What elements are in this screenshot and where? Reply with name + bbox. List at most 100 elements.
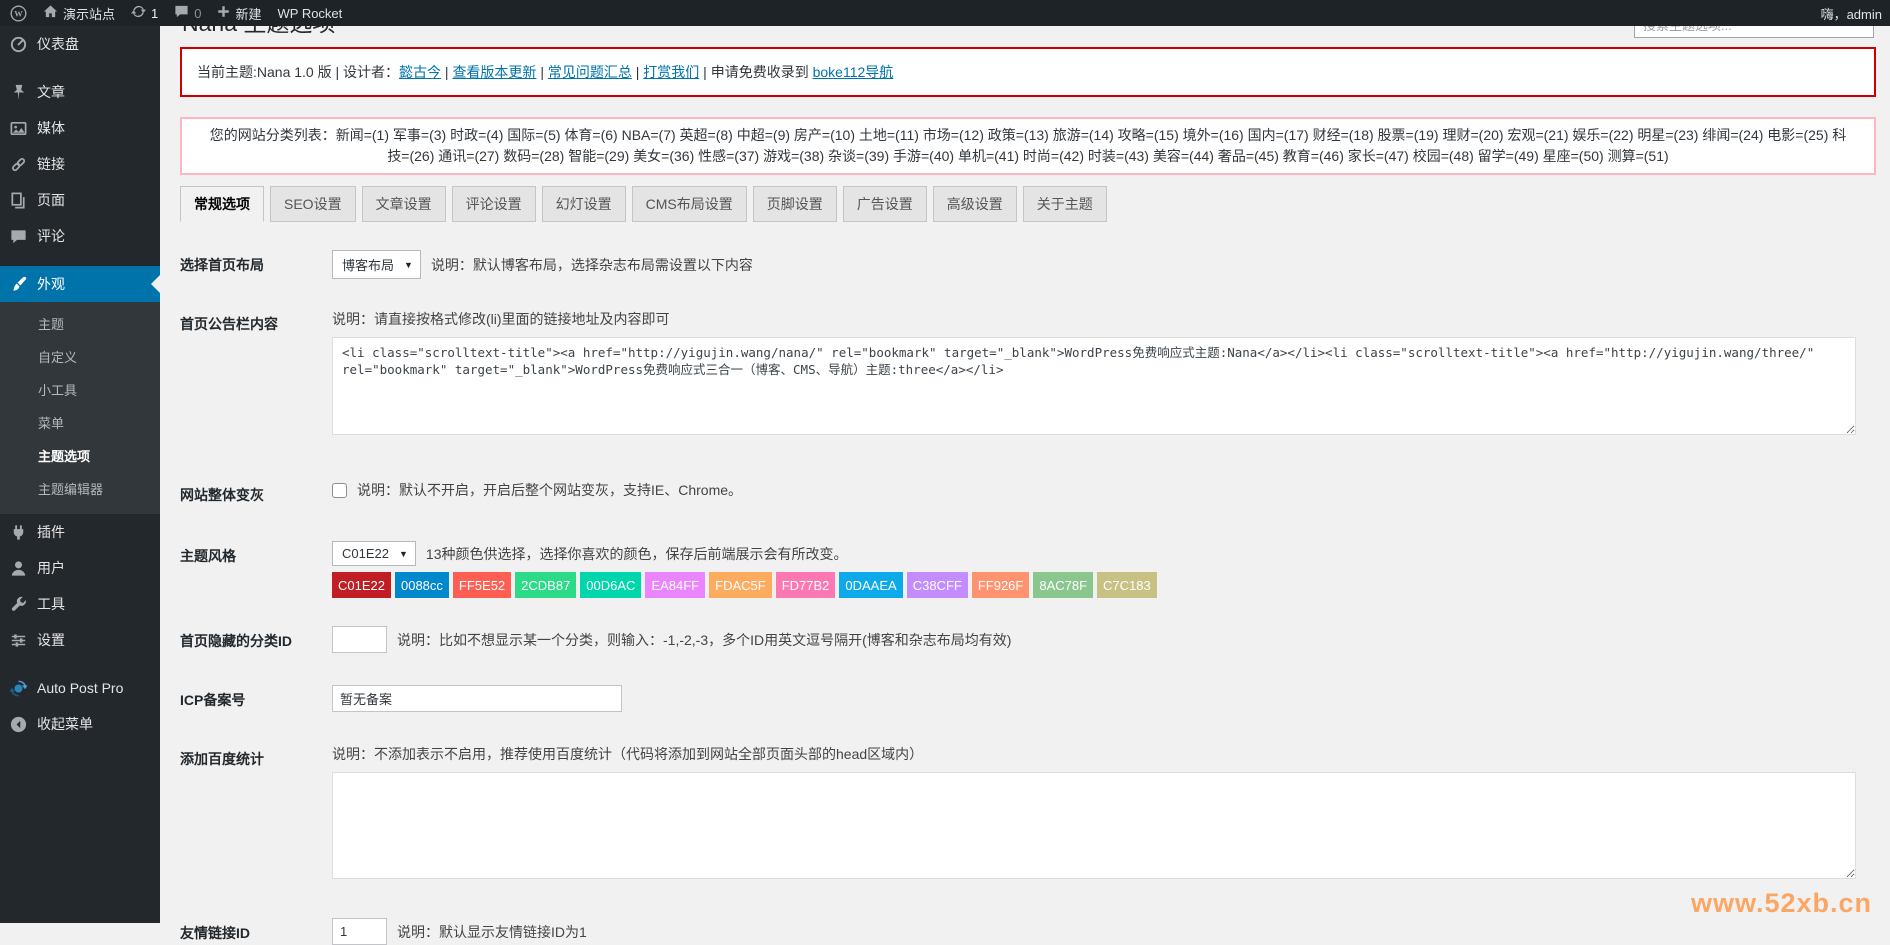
- theme-notice-link[interactable]: 懿古今: [399, 64, 441, 80]
- sidebar-item-label: 评论: [37, 226, 65, 246]
- color-swatch-list: C01E220088ccFF5E522CDB8700D6ACEA84FFFDAC…: [332, 572, 1876, 598]
- sidebar-item-label: 文章: [37, 82, 65, 102]
- tab-general[interactable]: 常规选项: [180, 186, 264, 222]
- sidebar-item-label: 外观: [37, 274, 65, 294]
- field-description: 说明：比如不想显示某一个分类，则输入：-1,-2,-3，多个ID用英文逗号隔开(…: [397, 630, 1011, 650]
- sidebar-item-auto-post-pro[interactable]: Auto Post Pro: [0, 670, 160, 706]
- tab-slider[interactable]: 幻灯设置: [542, 186, 626, 222]
- sidebar-item-label: 仪表盘: [37, 34, 79, 54]
- sidebar-menu: 仪表盘文章媒体链接页面评论外观主题自定义小工具菜单主题选项主题编辑器插件用户工具…: [0, 26, 160, 742]
- theme-notice-link[interactable]: 打赏我们: [643, 64, 699, 80]
- sidebar-subitem-widgets[interactable]: 小工具: [0, 373, 160, 406]
- wrench-icon: [8, 594, 28, 614]
- field-label: 首页公告栏内容: [180, 309, 332, 334]
- plugin-icon: [8, 522, 28, 542]
- pages-icon: [8, 190, 28, 210]
- color-swatch-0088cc[interactable]: 0088cc: [395, 572, 449, 598]
- tab-comment[interactable]: 评论设置: [452, 186, 536, 222]
- watermark: www.52xb.cn: [1691, 888, 1872, 919]
- sidebar-item-comments[interactable]: 评论: [0, 218, 160, 254]
- field-label: 添加百度统计: [180, 744, 332, 769]
- announcement-code-textarea[interactable]: <li class="scrolltext-title"><a href="ht…: [332, 337, 1856, 435]
- color-swatch-8AC78F[interactable]: 8AC78F: [1033, 572, 1093, 598]
- color-swatch-C01E22[interactable]: C01E22: [332, 572, 391, 598]
- color-swatch-FF926F[interactable]: FF926F: [972, 572, 1030, 598]
- sidebar-item-label: 媒体: [37, 118, 65, 138]
- sidebar-item-label: 用户: [37, 558, 65, 578]
- wp-logo-icon[interactable]: W: [10, 5, 27, 22]
- sidebar-item-dashboard[interactable]: 仪表盘: [0, 26, 160, 62]
- icp-number-input[interactable]: [332, 685, 622, 712]
- baidu-stats-textarea[interactable]: [332, 772, 1856, 879]
- tab-seo[interactable]: SEO设置: [270, 186, 356, 222]
- sidebar-item-plugins[interactable]: 插件: [0, 514, 160, 550]
- home-icon: [43, 4, 58, 22]
- sidebar-item-media[interactable]: 媒体: [0, 110, 160, 146]
- field-label: 网站整体变灰: [180, 480, 332, 505]
- sidebar-item-tools[interactable]: 工具: [0, 586, 160, 622]
- collapse-icon: [8, 714, 28, 734]
- hidden-categories-input[interactable]: [332, 626, 387, 653]
- color-swatch-C38CFF[interactable]: C38CFF: [907, 572, 968, 598]
- field-label: 友情链接ID: [180, 918, 332, 943]
- grayscale-checkbox[interactable]: [332, 483, 347, 498]
- admin-bar: W 演示站点 1 0 新建 WP Rocket 嗨，admin: [0, 0, 1890, 26]
- theme-notice-link[interactable]: 常见问题汇总: [548, 64, 632, 80]
- color-swatch-0DAAEA[interactable]: 0DAAEA: [839, 572, 902, 598]
- theme-notice-text: | 申请免费收录到: [699, 64, 812, 80]
- field-description: 13种颜色供选择，选择你喜欢的颜色，保存后前端展示会有所改变。: [426, 544, 848, 564]
- sidebar-item-users[interactable]: 用户: [0, 550, 160, 586]
- color-swatch-2CDB87[interactable]: 2CDB87: [515, 572, 576, 598]
- color-swatch-FF5E52[interactable]: FF5E52: [453, 572, 511, 598]
- field-description: 说明：默认显示友情链接ID为1: [397, 922, 587, 942]
- color-swatch-C7C183[interactable]: C7C183: [1097, 572, 1157, 598]
- theme-notice-link[interactable]: boke112导航: [813, 64, 894, 80]
- main-content: 当前主题:Nana 1.0 版 | 设计者：懿古今 | 查看版本更新 | 常见问…: [160, 26, 1890, 923]
- friend-link-id-input[interactable]: [332, 918, 387, 945]
- field-label: 选择首页布局: [180, 250, 332, 275]
- site-menu[interactable]: 演示站点: [43, 4, 115, 23]
- color-swatch-FD77B2[interactable]: FD77B2: [776, 572, 836, 598]
- sidebar-item-links[interactable]: 链接: [0, 146, 160, 182]
- user-greeting[interactable]: 嗨，admin: [1821, 7, 1882, 22]
- home-layout-select[interactable]: 博客布局 ▼: [332, 250, 421, 279]
- link-icon: [8, 154, 28, 174]
- sidebar-item-settings[interactable]: 设置: [0, 622, 160, 658]
- tab-ad[interactable]: 广告设置: [843, 186, 927, 222]
- new-content-button[interactable]: 新建: [217, 4, 261, 23]
- sidebar-subitem-theme-options[interactable]: 主题选项: [0, 439, 160, 472]
- tab-post[interactable]: 文章设置: [362, 186, 446, 222]
- sidebar-item-appearance[interactable]: 外观: [0, 266, 160, 302]
- tab-advanced[interactable]: 高级设置: [933, 186, 1017, 222]
- sidebar-item-collapse-menu[interactable]: 收起菜单: [0, 706, 160, 742]
- sidebar-item-label: Auto Post Pro: [37, 680, 123, 696]
- brush-icon: [8, 274, 28, 294]
- sidebar-subitem-themes[interactable]: 主题: [0, 307, 160, 340]
- form-row-hidden-categories: 首页隐藏的分类ID 说明：比如不想显示某一个分类，则输入：-1,-2,-3，多个…: [180, 626, 1876, 653]
- theme-color-select[interactable]: C01E22 ▼: [332, 541, 416, 566]
- comments-indicator[interactable]: 0: [174, 4, 201, 22]
- sidebar-item-pages[interactable]: 页面: [0, 182, 160, 218]
- updates-indicator[interactable]: 1: [131, 4, 158, 22]
- sidebar-subitem-customize[interactable]: 自定义: [0, 340, 160, 373]
- form-row-baidu-stats: 添加百度统计 说明：不添加表示不启用，推荐使用百度统计（代码将添加到网站全部页面…: [180, 744, 1876, 882]
- sidebar-subitem-theme-editor[interactable]: 主题编辑器: [0, 472, 160, 505]
- comment-count: 0: [194, 6, 201, 21]
- chevron-down-icon: ▼: [404, 260, 413, 270]
- admin-bar-right: 嗨，admin: [1821, 4, 1890, 23]
- sliders-icon: [8, 630, 28, 650]
- theme-notice-link[interactable]: 查看版本更新: [452, 64, 536, 80]
- form-row-announcement: 首页公告栏内容 说明：请直接按格式修改(li)里面的链接地址及内容即可 <li …: [180, 309, 1876, 438]
- sidebar-item-label: 工具: [37, 594, 65, 614]
- tab-cms-layout[interactable]: CMS布局设置: [632, 186, 747, 222]
- sidebar-subitem-menus[interactable]: 菜单: [0, 406, 160, 439]
- sidebar-item-posts[interactable]: 文章: [0, 74, 160, 110]
- color-swatch-00D6AC[interactable]: 00D6AC: [580, 572, 641, 598]
- tab-footer[interactable]: 页脚设置: [753, 186, 837, 222]
- sidebar-item-label: 链接: [37, 154, 65, 174]
- color-swatch-FDAC5F[interactable]: FDAC5F: [709, 572, 772, 598]
- color-swatch-EA84FF[interactable]: EA84FF: [645, 572, 705, 598]
- tab-about[interactable]: 关于主题: [1023, 186, 1107, 222]
- comment-bubble-icon: [174, 4, 189, 22]
- wp-rocket-menu[interactable]: WP Rocket: [278, 6, 343, 21]
